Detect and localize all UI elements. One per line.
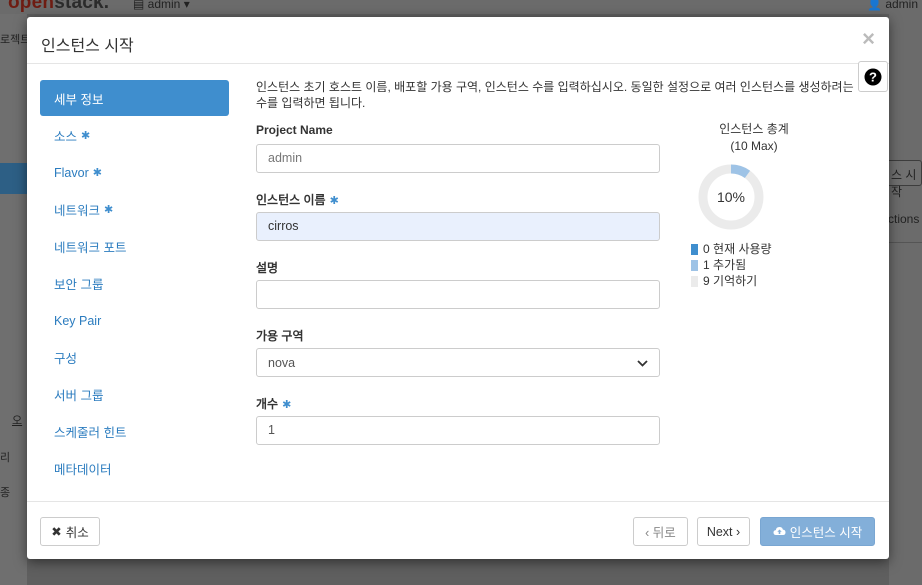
quota-max: (10 Max) [730,139,778,153]
wizard-nav: 세부 정보 소스 ✱ Flavor ✱ 네트워크 ✱ 네트워크 포트 보안 그룹 Ke… [40,80,229,487]
nav-item-network-ports[interactable]: 네트워크 포트 [40,228,229,265]
nav-item-label: 소스 [54,130,78,144]
chevron-down-icon [637,356,648,370]
cloud-upload-icon [773,525,786,539]
background-launch-button: 스 시작 [886,160,922,199]
legend-swatch [691,243,698,255]
background-divider [889,242,922,243]
close-icon: ✖ [51,525,62,539]
launch-label: 인스턴스 시작 [789,526,863,540]
quota-legend: 0 현재 사용량 1 추가됨 9 기억하기 [691,241,870,289]
legend-count: 1 [703,258,710,272]
required-icon: ✱ [282,399,292,411]
details-form: Project Name admin 인스턴스 이름 ✱ cirros 설명 가용… [256,123,660,463]
cancel-button[interactable]: ✖ 취소 [40,517,100,546]
nav-item-security-groups[interactable]: 보안 그룹 [40,265,229,302]
modal-footer: ✖ 취소 ‹ 뒤로 Next › 인스턴스 시작 [27,501,889,559]
legend-label: 추가됨 [713,258,747,272]
legend-label: 기억하기 [713,274,758,288]
background-sidebar-text: 리 [0,452,11,464]
required-icon: ✱ [92,167,102,179]
instance-quota-summary: 인스턴스 총계 (10 Max) 10% 0 현재 사용량 1 추가됨 9 기억… [680,121,870,289]
quota-title: 인스턴스 총계 (10 Max) [680,121,828,155]
legend-count: 9 [703,274,710,288]
description-label: 설명 [256,261,279,275]
required-icon: ✱ [329,195,339,207]
required-icon: ✱ [81,130,91,142]
launch-instance-modal: 인스턴스 시작 × ? 세부 정보 소스 ✱ Flavor ✱ 네트워크 ✱ 네트워크… [27,17,889,559]
launch-instance-button[interactable]: 인스턴스 시작 [760,517,875,546]
cancel-label: 취소 [65,526,89,540]
legend-swatch [691,275,698,287]
project-name-label: Project Name [256,123,333,137]
nav-item-source[interactable]: 소스 ✱ [40,117,229,154]
background-content [889,14,922,585]
nav-item-label: 서버 그룹 [54,389,104,403]
availability-zone-label: 가용 구역 [256,329,304,343]
nav-item-server-groups[interactable]: 서버 그룹 [40,376,229,413]
close-icon[interactable]: × [862,28,875,50]
nav-item-key-pair[interactable]: Key Pair [40,302,229,339]
availability-zone-select[interactable]: nova [256,348,660,377]
nav-item-label: 세부 정보 [54,92,104,107]
background-sidebar-text: 오 [12,415,23,427]
nav-item-metadata[interactable]: 메타데이터 [40,450,229,487]
nav-item-label: 구성 [54,352,78,366]
project-name-field[interactable]: admin [256,144,660,173]
legend-label: 현재 사용량 [713,242,772,256]
nav-item-label: 네트워크 [54,204,101,218]
intro-text: 인스턴스 초기 호스트 이름, 배포할 가용 구역, 인스턴스 수를 입력하십시… [256,80,854,110]
modal-header: 인스턴스 시작 × [27,17,889,64]
back-button[interactable]: ‹ 뒤로 [633,517,688,546]
details-panel: 인스턴스 초기 호스트 이름, 배포할 가용 구역, 인스턴스 수를 입력하십시… [256,79,866,445]
description-input[interactable] [256,280,660,309]
background-actions-header: ctions [888,212,920,226]
svg-text:?: ? [869,69,877,84]
count-input[interactable]: 1 [256,416,660,445]
nav-item-flavor[interactable]: Flavor ✱ [40,154,229,191]
required-icon: ✱ [104,204,114,216]
nav-item-networks[interactable]: 네트워크 ✱ [40,191,229,228]
legend-item-remaining: 9 기억하기 [691,273,870,289]
nav-item-label: Key Pair [54,313,102,328]
legend-item-added: 1 추가됨 [691,257,870,273]
nav-item-label: 보안 그룹 [54,278,104,292]
nav-item-scheduler-hints[interactable]: 스케줄러 힌트 [40,413,229,450]
modal-title: 인스턴스 시작 [41,38,134,55]
count-label: 개수 ✱ [256,397,292,411]
project-menu: ▤ admin ▾ [133,0,190,11]
user-menu: 👤 admin [867,0,918,11]
nav-item-label: 네트워크 포트 [54,241,127,255]
nav-item-label: 메타데이터 [54,463,112,477]
background-sidebar-text: 종 [0,487,11,499]
background-sidebar-text: 로젝트 [0,34,31,46]
instance-name-label: 인스턴스 이름 ✱ [256,193,339,207]
nav-item-details[interactable]: 세부 정보 [40,80,229,116]
nav-item-configuration[interactable]: 구성 [40,339,229,376]
nav-item-label: Flavor [54,165,89,180]
instance-name-input[interactable]: cirros [256,212,660,241]
legend-item-current: 0 현재 사용량 [691,241,870,257]
nav-item-label: 스케줄러 힌트 [54,426,127,440]
background-sidebar-active [0,163,27,194]
quota-title-line: 인스턴스 총계 [719,122,789,136]
legend-count: 0 [703,242,710,256]
quota-donut-chart: 10% [697,163,765,231]
quota-percent-label: 10% [716,189,746,205]
next-button[interactable]: Next › [697,517,750,546]
openstack-logo: openstack. [8,0,110,13]
availability-zone-value: nova [268,355,296,370]
question-circle-icon: ? [864,68,882,85]
legend-swatch [691,259,698,271]
